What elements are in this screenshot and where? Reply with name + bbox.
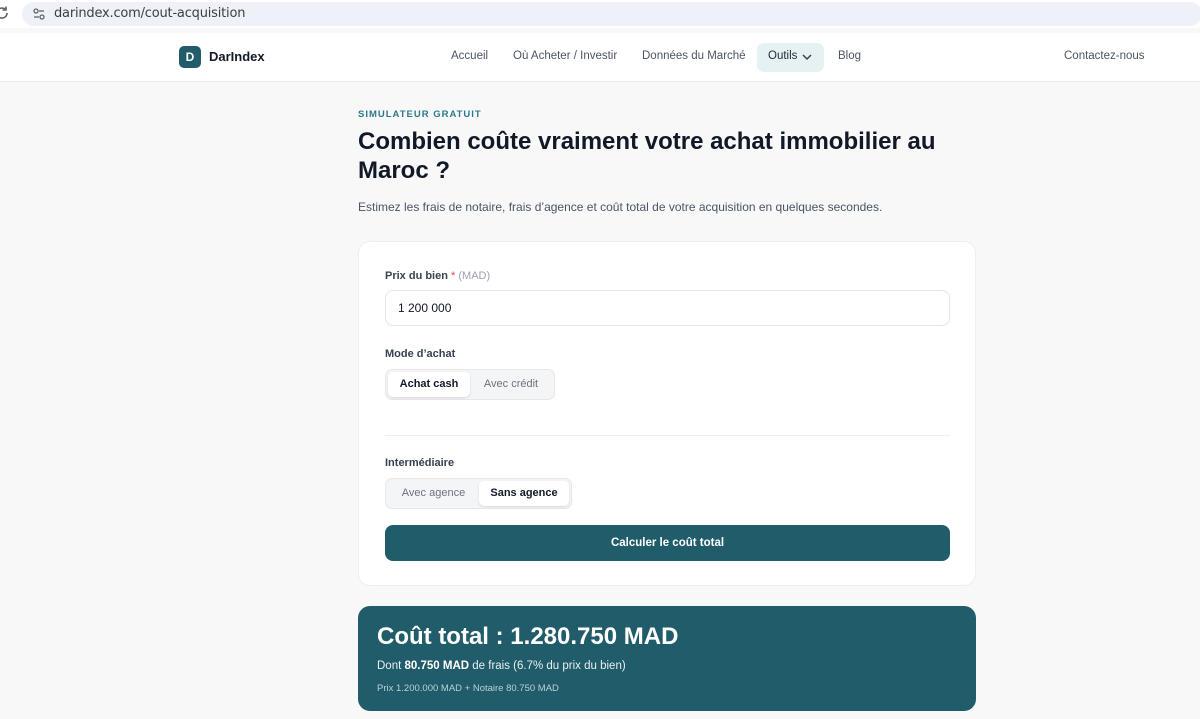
price-label: Prix du bien * (MAD) bbox=[385, 270, 490, 282]
price-label-text: Prix du bien bbox=[385, 270, 448, 282]
nav-donnees-marche[interactable]: Données du Marché bbox=[642, 50, 746, 62]
total-cost-title: Coût total : 1.280.750 MAD bbox=[377, 623, 679, 650]
site-header: D DarIndex Accueil Où Acheter / Investir… bbox=[0, 33, 1200, 82]
logo-mark[interactable]: D bbox=[179, 46, 201, 68]
price-input[interactable] bbox=[385, 290, 950, 326]
page-subtitle: Estimez les frais de notaire, frais d’ag… bbox=[358, 200, 883, 214]
site-settings-icon[interactable] bbox=[32, 7, 46, 21]
result-card: Coût total : 1.280.750 MAD Dont 80.750 M… bbox=[358, 606, 976, 711]
mode-option-cash[interactable]: Achat cash bbox=[388, 372, 470, 397]
fees-amount: 80.750 MAD bbox=[404, 660, 470, 672]
browser-toolbar: darindex.com/cout-acquisition bbox=[0, 0, 1200, 28]
nav-accueil[interactable]: Accueil bbox=[451, 50, 488, 62]
intermediary-option-agence[interactable]: Avec agence bbox=[388, 481, 479, 506]
chevron-down-icon bbox=[802, 54, 812, 61]
url-text: darindex.com/cout-acquisition bbox=[54, 6, 246, 21]
required-mark: * bbox=[451, 270, 456, 282]
intermediary-label: Intermédiaire bbox=[385, 457, 455, 469]
intermediary-toggle: Avec agence Sans agence bbox=[385, 478, 572, 509]
intermediary-option-sans-agence[interactable]: Sans agence bbox=[479, 481, 569, 506]
fees-detail: Dont 80.750 MAD de frais (6.7% du prix d… bbox=[377, 660, 626, 672]
nav-contact[interactable]: Contactez-nous bbox=[1064, 50, 1145, 62]
brand-name[interactable]: DarIndex bbox=[209, 49, 265, 64]
fees-prefix: Dont bbox=[377, 660, 402, 672]
price-unit: (MAD) bbox=[458, 270, 491, 282]
fees-suffix: de frais (6.7% du prix du bien) bbox=[472, 660, 626, 672]
simulator-form-card: Prix du bien * (MAD) Mode d’achat Achat … bbox=[358, 241, 976, 586]
mode-label: Mode d’achat bbox=[385, 348, 456, 360]
eyebrow-label: SIMULATEUR GRATUIT bbox=[358, 109, 482, 120]
nav-outils-label: Outils bbox=[768, 50, 798, 62]
nav-blog[interactable]: Blog bbox=[838, 50, 861, 62]
section-divider bbox=[385, 435, 950, 436]
reload-icon[interactable] bbox=[0, 5, 10, 21]
cost-breakdown: Prix 1.200.000 MAD + Notaire 80.750 MAD bbox=[377, 683, 559, 694]
calculate-button[interactable]: Calculer le coût total bbox=[385, 525, 950, 561]
nav-outils[interactable]: Outils bbox=[757, 43, 824, 72]
mode-toggle: Achat cash Avec crédit bbox=[385, 369, 555, 400]
nav-ou-acheter[interactable]: Où Acheter / Investir bbox=[513, 50, 617, 62]
page-title: Combien coûte vraiment votre achat immob… bbox=[358, 128, 936, 184]
mode-option-credit[interactable]: Avec crédit bbox=[470, 372, 552, 397]
